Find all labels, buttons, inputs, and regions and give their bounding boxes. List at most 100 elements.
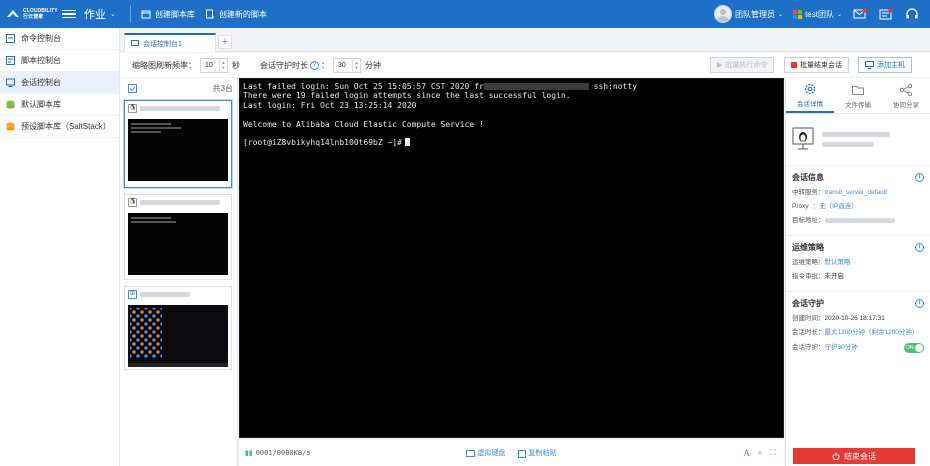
- terminal-line: Last failed login: Sun Oct 25 15:05:57 C…: [243, 82, 780, 91]
- new-file-icon: [205, 9, 215, 19]
- chevron-down-icon: ⌄: [778, 11, 784, 18]
- duration-row: 会话时长： 最大1200分钟（剩余1200分钟）: [792, 329, 924, 337]
- stepper-arrows-icon[interactable]: ▲ ▼: [219, 58, 227, 72]
- policy-key: 运维策略：: [792, 259, 825, 266]
- session-info-section: 会话信息 i 中转服务： transit_server_default Prox…: [786, 166, 930, 236]
- session-guard-section: 会话守护 i 创建时间： 2020-10-26 18:17:31 会话时长： 最…: [786, 292, 930, 363]
- clipboard-icon: [517, 449, 526, 458]
- thumbnail-header: 🐧: [125, 101, 231, 115]
- select-all-icon[interactable]: [128, 83, 137, 93]
- redacted-host-name: [140, 291, 190, 297]
- info-icon[interactable]: i: [915, 173, 924, 182]
- sidebar-item-label: 会话控制台: [21, 78, 61, 87]
- duration-key: 会话时长：: [792, 329, 825, 336]
- tab-session-detail[interactable]: 会话详情: [786, 78, 834, 113]
- user-menu[interactable]: 团队管理员 ⌄: [714, 5, 783, 23]
- module-menu[interactable]: 作业 ⌄: [84, 6, 116, 22]
- windows-icon: ⊞: [128, 289, 137, 299]
- guard-duration-stepper[interactable]: 30 ▲ ▼: [333, 57, 361, 73]
- refresh-rate-stepper[interactable]: 10 ▲ ▼: [200, 57, 228, 73]
- approval-value: 未开启: [824, 273, 845, 280]
- info-icon[interactable]: i: [915, 243, 924, 252]
- avatar: [714, 5, 733, 23]
- library-icon: [141, 10, 151, 19]
- target-row: 目标地址：: [792, 217, 924, 225]
- relay-value[interactable]: transit_server_default: [825, 189, 888, 197]
- terminal-text: Last failed login: Sun Oct 25 15:05:57 C…: [243, 82, 484, 91]
- database-icon: [6, 122, 15, 131]
- notification-icon[interactable]: [878, 6, 894, 22]
- guard-toggle[interactable]: ON: [904, 343, 924, 353]
- ssh-terminal[interactable]: Last failed login: Sun Oct 25 15:05:57 C…: [239, 78, 784, 438]
- add-host-button[interactable]: 添加主机: [858, 57, 912, 73]
- sidebar-item-label: 脚本控制台: [21, 56, 61, 65]
- session-thumbnail-2[interactable]: 🐧: [124, 194, 232, 280]
- main-area: 会话控制台1 + 缩略图刷新频率： 10 ▲ ▼ 秒 会话守护时长 ? ： 30 …: [120, 28, 930, 466]
- guard-key: 会话守护：: [792, 344, 825, 351]
- virtual-keyboard-label: 虚拟键盘: [477, 450, 506, 457]
- console-icon: [131, 40, 139, 46]
- section-header: 会话守护 i: [792, 298, 924, 309]
- menu-toggle-icon[interactable]: [62, 7, 76, 21]
- host-summary: [786, 114, 930, 166]
- terminal-status-bar: ▮▮ 0001/0000KB/s 虚拟键盘 复制粘贴 A ⌕ ⛶: [239, 440, 784, 466]
- linux-server-icon: [792, 127, 814, 149]
- chevron-down-icon: ⌄: [836, 11, 842, 18]
- create-script-lib-label: 创建脚本库: [154, 9, 195, 19]
- add-host-label: 添加主机: [877, 62, 905, 69]
- sidebar-item-preset-lib[interactable]: 预设脚本库（SaltStack）: [0, 116, 119, 138]
- section-header: 运维策略 i: [792, 242, 924, 253]
- approval-row: 指令审批： 未开启: [792, 273, 924, 281]
- policy-row: 运维策略： 默认策略: [792, 259, 924, 267]
- batch-end-session-button[interactable]: 批量结束会话: [784, 57, 849, 73]
- fullscreen-icon[interactable]: ⛶: [770, 448, 776, 458]
- team-grid-icon: [793, 9, 803, 19]
- headset-support-icon[interactable]: [904, 6, 920, 22]
- batch-end-label: 批量结束会话: [800, 62, 842, 69]
- relay-key: 中转服务：: [792, 189, 825, 196]
- approval-key: 指令审批：: [792, 273, 825, 280]
- guard-row: 会话守护： 守护30分钟 ON: [792, 343, 924, 353]
- create-script-button[interactable]: 创建新的脚本: [205, 9, 267, 20]
- sidebar-item-session-console[interactable]: 会话控制台: [0, 72, 119, 94]
- font-size-icon[interactable]: A: [743, 448, 750, 458]
- team-switcher[interactable]: test团队 ⌄: [793, 9, 842, 20]
- add-tab-button[interactable]: +: [218, 35, 232, 49]
- proxy-key: Proxy: [792, 203, 809, 210]
- thumbnail-windows-desktop: [128, 305, 228, 367]
- info-icon[interactable]: i: [915, 299, 924, 308]
- session-thumbnail-3[interactable]: ⊞: [124, 286, 232, 370]
- sidebar-item-command-console[interactable]: 命令控制台: [0, 28, 119, 50]
- end-session-button[interactable]: 结束会话: [793, 448, 915, 464]
- section-title: 会话守护: [792, 299, 824, 308]
- zoom-icon[interactable]: ⌕: [758, 448, 762, 458]
- virtual-keyboard-button[interactable]: 虚拟键盘: [465, 448, 506, 458]
- tab-session-console-1[interactable]: 会话控制台1: [124, 33, 216, 52]
- app-logo[interactable]: CLOUDBILITY 行云管家: [0, 0, 62, 28]
- help-icon[interactable]: ?: [310, 60, 319, 70]
- sidebar-item-script-console[interactable]: 脚本控制台: [0, 50, 119, 72]
- tab-collab-share[interactable]: 协同分享: [882, 78, 930, 113]
- monitor-icon: [865, 61, 874, 69]
- terminal-cursor: [404, 138, 410, 147]
- refresh-rate-label: 缩略图刷新频率：: [132, 60, 196, 70]
- copy-paste-button[interactable]: 复制粘贴: [517, 448, 557, 458]
- redacted-target-address: [824, 218, 895, 223]
- team-name-label: test团队: [805, 9, 834, 19]
- guard-value[interactable]: 守护30分钟: [825, 344, 858, 352]
- batch-exec-button[interactable]: ▶ 批量执行命令: [710, 57, 775, 73]
- terminal-line: Last login: Fri Oct 23 13:25:14 2020: [243, 100, 417, 110]
- copy-paste-label: 复制粘贴: [528, 450, 557, 457]
- policy-value[interactable]: 默认策略: [825, 259, 851, 267]
- colon-separator: ：: [321, 60, 329, 70]
- sidebar-item-default-lib[interactable]: 默认脚本库: [0, 94, 119, 116]
- section-title: 运维策略: [792, 243, 824, 252]
- top-right-area: 团队管理员 ⌄ test团队 ⌄: [714, 0, 920, 28]
- session-thumbnail-1[interactable]: 🐧: [124, 100, 232, 188]
- tab-file-transfer[interactable]: 文件传输: [834, 78, 882, 113]
- create-script-lib-button[interactable]: 创建脚本库: [141, 9, 195, 20]
- message-icon[interactable]: [852, 6, 868, 22]
- terminal-line: There were 19 failed login attempts sinc…: [243, 91, 571, 101]
- stepper-arrows-icon[interactable]: ▲ ▼: [352, 58, 360, 72]
